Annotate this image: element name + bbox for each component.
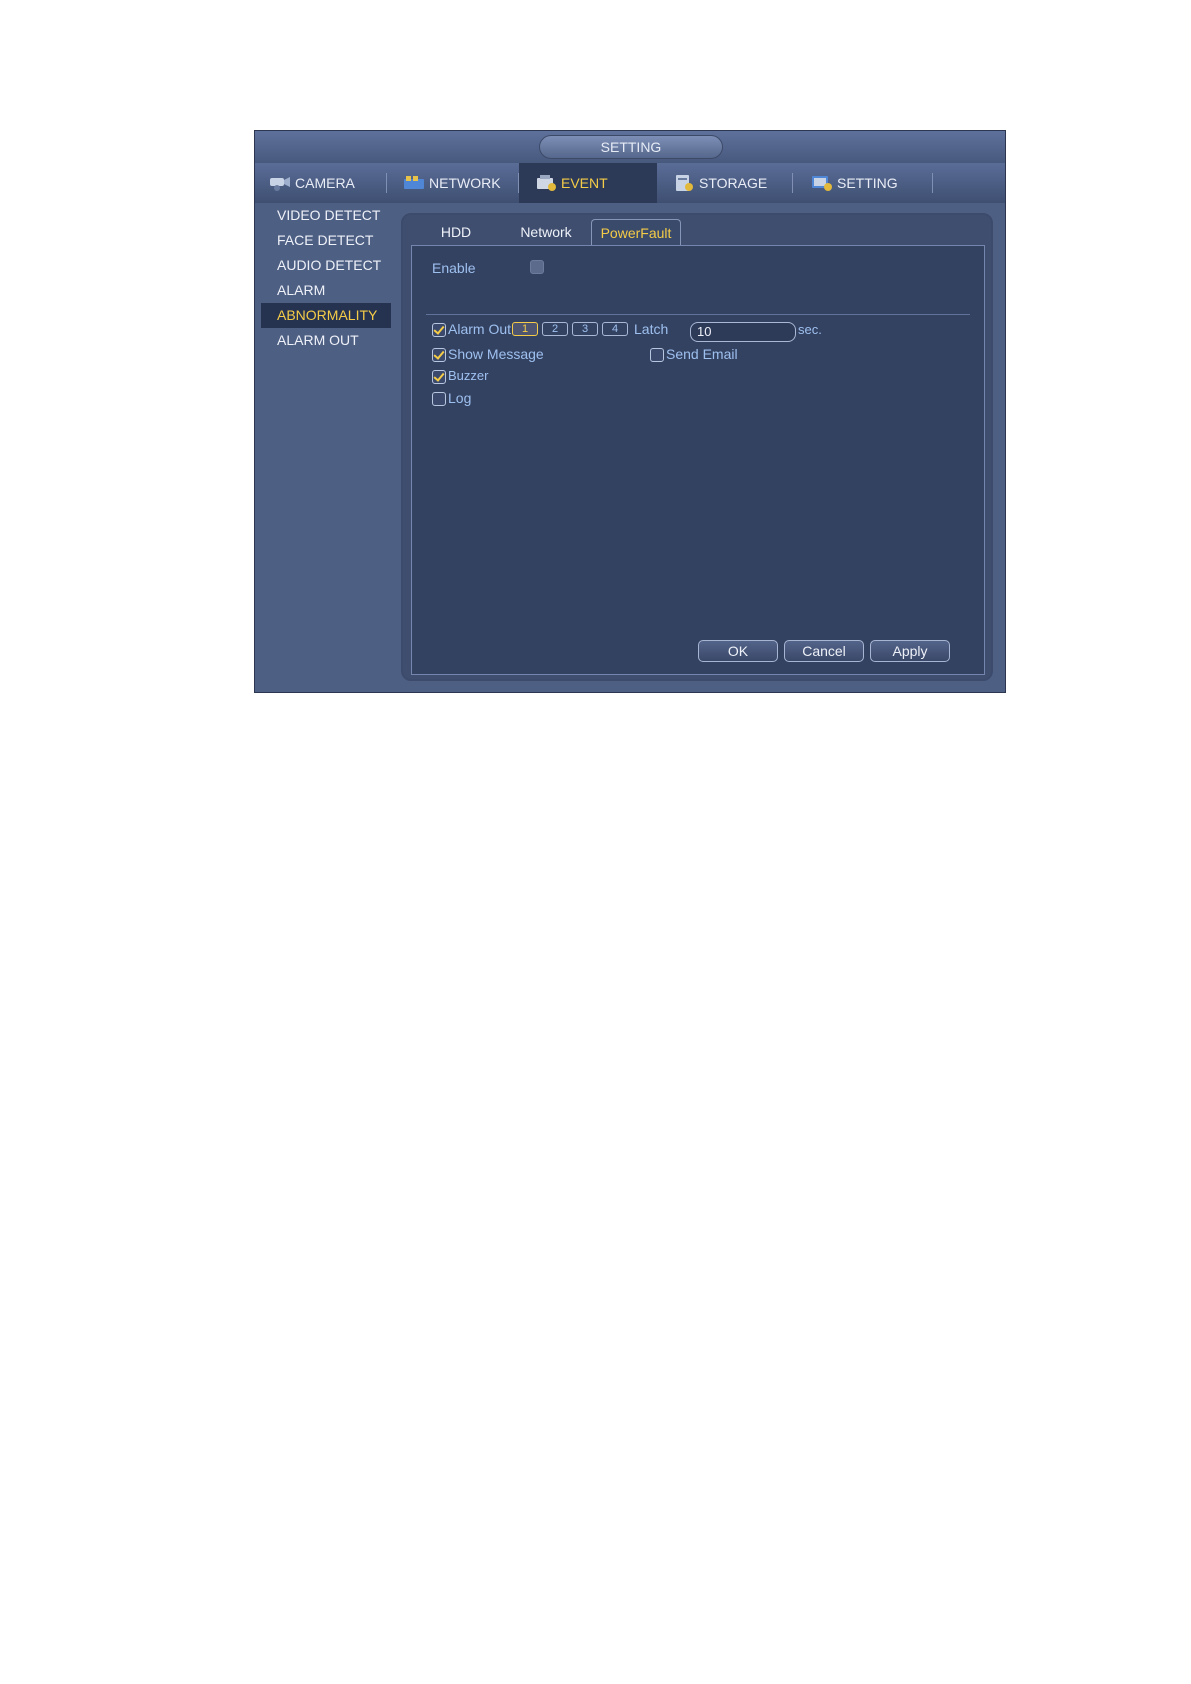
ok-button[interactable]: OK [698,640,778,662]
window-title: SETTING [539,135,723,159]
enable-label: Enable [432,260,476,276]
alarm-out-channel-2[interactable]: 2 [542,322,568,336]
alarm-out-channel-1[interactable]: 1 [512,322,538,336]
send-email-label: Send Email [666,346,738,362]
latch-input[interactable]: 10 [690,322,796,342]
setting-icon [811,174,833,192]
tab-camera-label: CAMERA [295,175,355,191]
tab-event[interactable]: EVENT [519,163,657,203]
cancel-button[interactable]: Cancel [784,640,864,662]
tab-setting[interactable]: SETTING [793,163,933,203]
sidebar-item-alarm[interactable]: ALARM [261,278,391,303]
show-message-checkbox[interactable] [432,348,446,362]
alarm-out-label: Alarm Out [448,321,512,337]
settings-window: SETTING CAMERA NETWORK EVENT STORAGE SET… [254,130,1006,693]
tab-camera[interactable]: CAMERA [255,163,387,203]
sidebar-item-face-detect[interactable]: FACE DETECT [261,228,391,253]
buzzer-label: Buzzer [448,368,489,383]
sidebar-item-video-detect[interactable]: VIDEO DETECT [261,203,391,228]
tab-network-sub[interactable]: Network [501,219,591,245]
latch-label: Latch [634,321,669,337]
title-bar: SETTING [255,131,1005,163]
enable-checkbox[interactable] [530,260,544,274]
apply-button[interactable]: Apply [870,640,950,662]
buzzer-checkbox[interactable] [432,370,446,384]
powerfault-content: Enable Alarm Out 1 2 3 4 Latch 10 sec. S… [411,245,985,675]
alarm-out-checkbox[interactable] [432,323,446,337]
tab-setting-label: SETTING [837,175,898,191]
send-email-checkbox[interactable] [650,348,664,362]
tab-storage[interactable]: STORAGE [657,163,793,203]
camera-icon [269,174,291,192]
sidebar-item-alarm-out[interactable]: ALARM OUT [261,328,391,353]
alarm-out-channel-4[interactable]: 4 [602,322,628,336]
tab-hdd[interactable]: HDD [411,219,501,245]
log-label: Log [448,390,472,406]
event-icon [535,174,557,192]
storage-icon [673,174,695,192]
sidebar-item-abnormality[interactable]: ABNORMALITY [261,303,391,328]
main-tab-bar: CAMERA NETWORK EVENT STORAGE SETTING [255,163,1005,203]
log-checkbox[interactable] [432,392,446,406]
settings-panel: HDD Network PowerFault Enable Alarm Out … [401,213,993,681]
tab-network-label: NETWORK [429,175,501,191]
network-icon [403,174,425,192]
latch-unit: sec. [798,322,822,337]
divider [426,314,970,315]
tab-network[interactable]: NETWORK [387,163,519,203]
tab-storage-label: STORAGE [699,175,768,191]
sidebar: VIDEO DETECT FACE DETECT AUDIO DETECT AL… [261,203,391,353]
alarm-out-channel-3[interactable]: 3 [572,322,598,336]
sidebar-item-audio-detect[interactable]: AUDIO DETECT [261,253,391,278]
tab-event-label: EVENT [561,175,608,191]
show-message-label: Show Message [448,346,544,362]
tab-powerfault[interactable]: PowerFault [591,219,681,245]
